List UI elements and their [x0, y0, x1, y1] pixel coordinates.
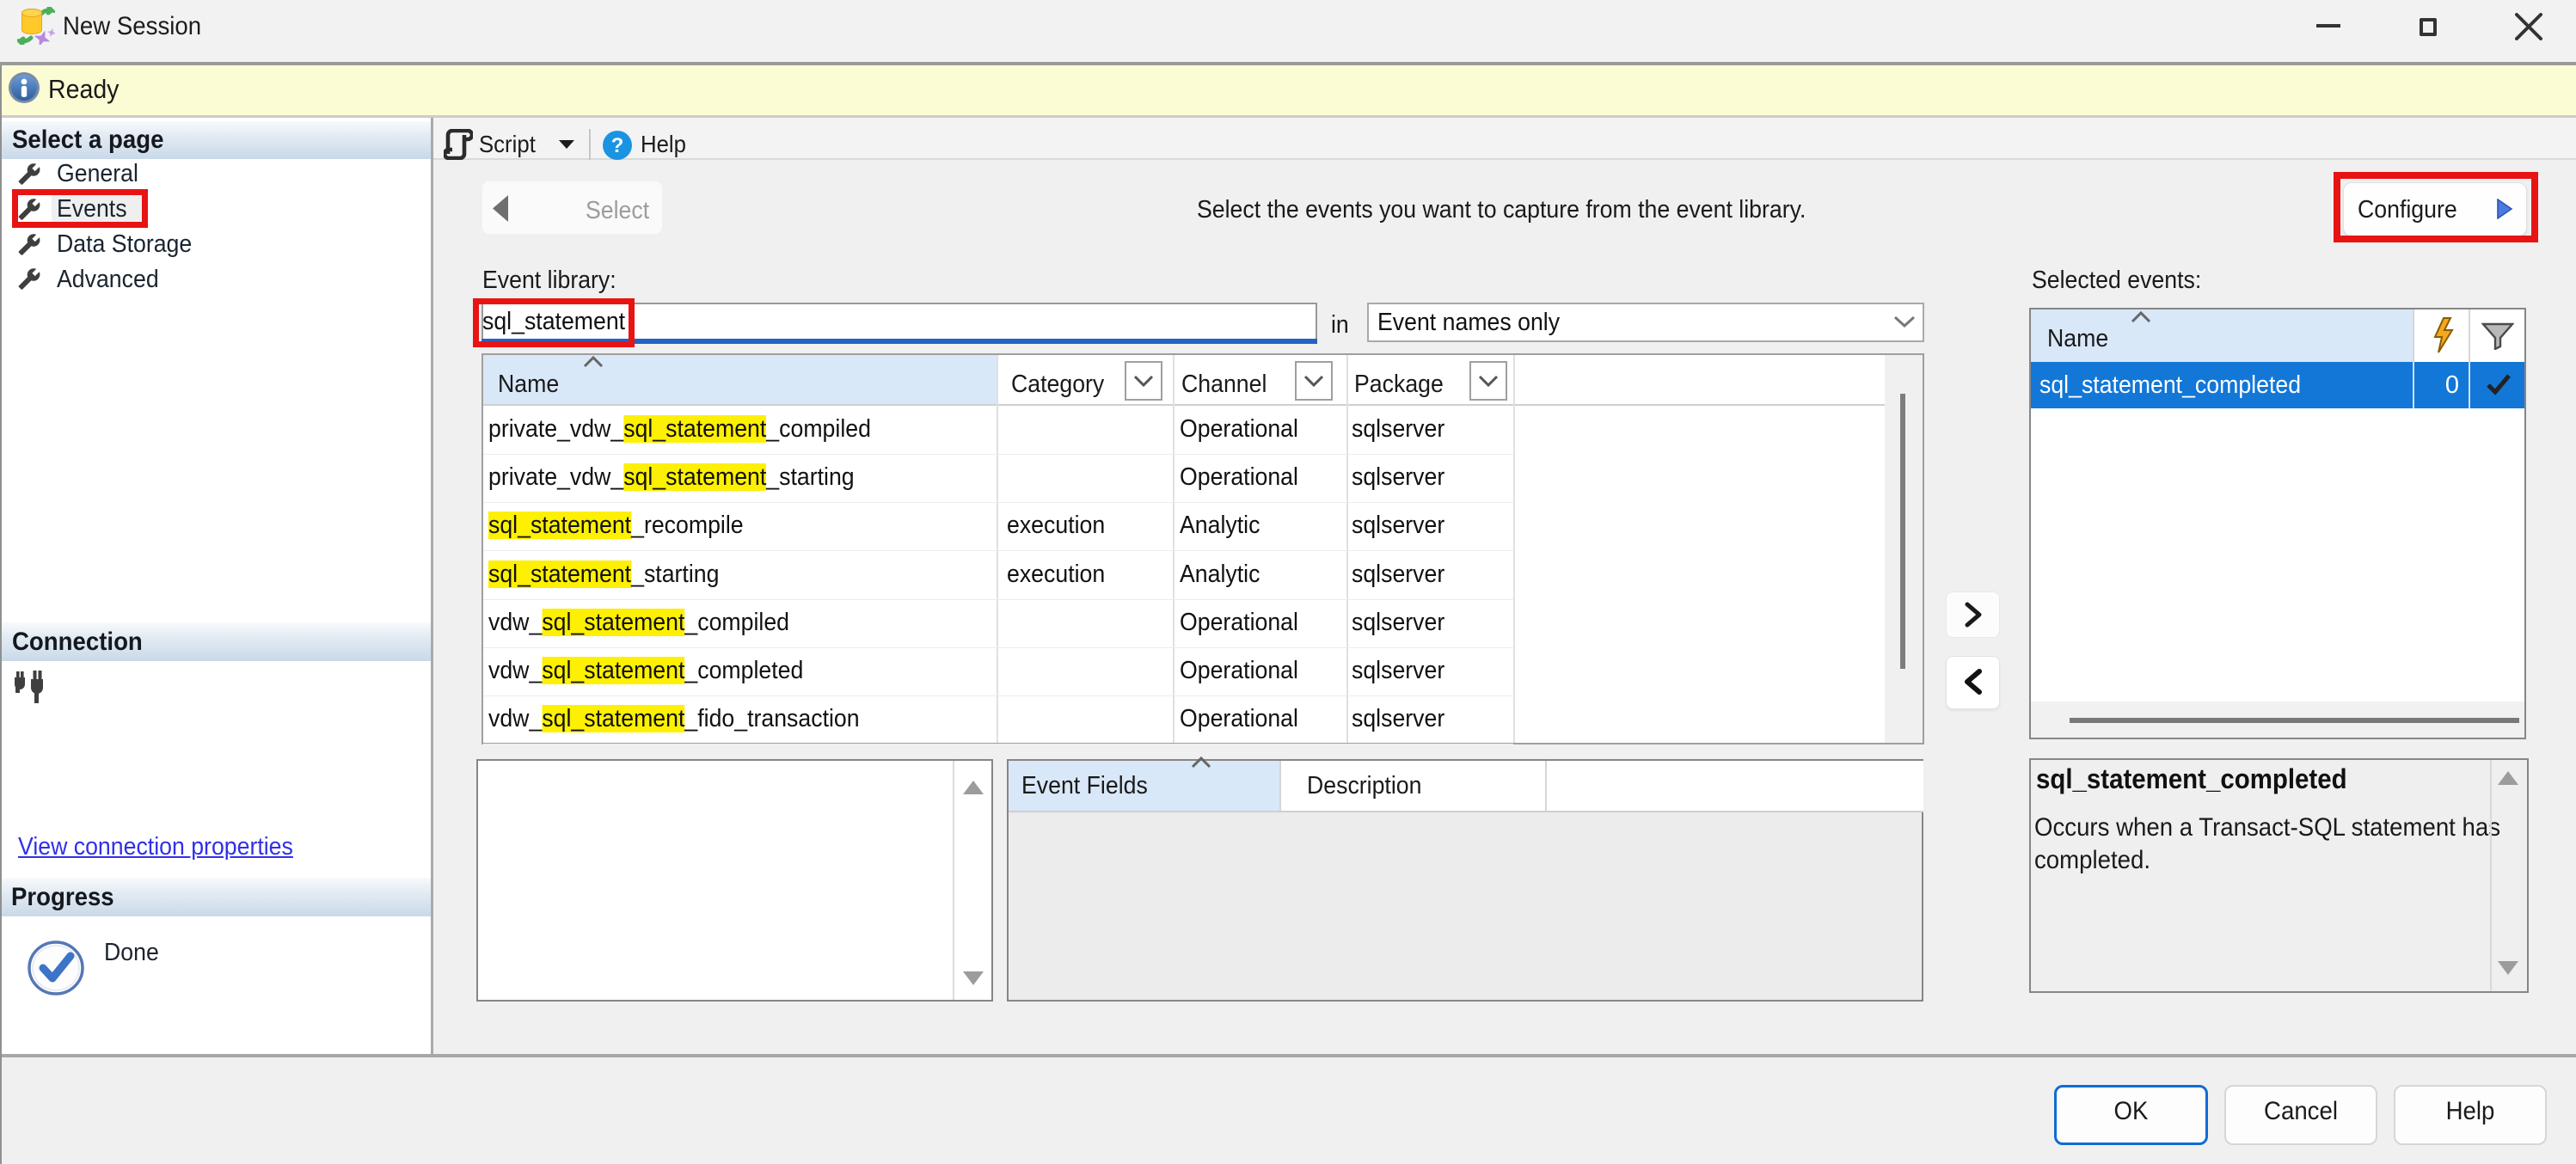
svg-text:?: ?	[611, 134, 624, 157]
